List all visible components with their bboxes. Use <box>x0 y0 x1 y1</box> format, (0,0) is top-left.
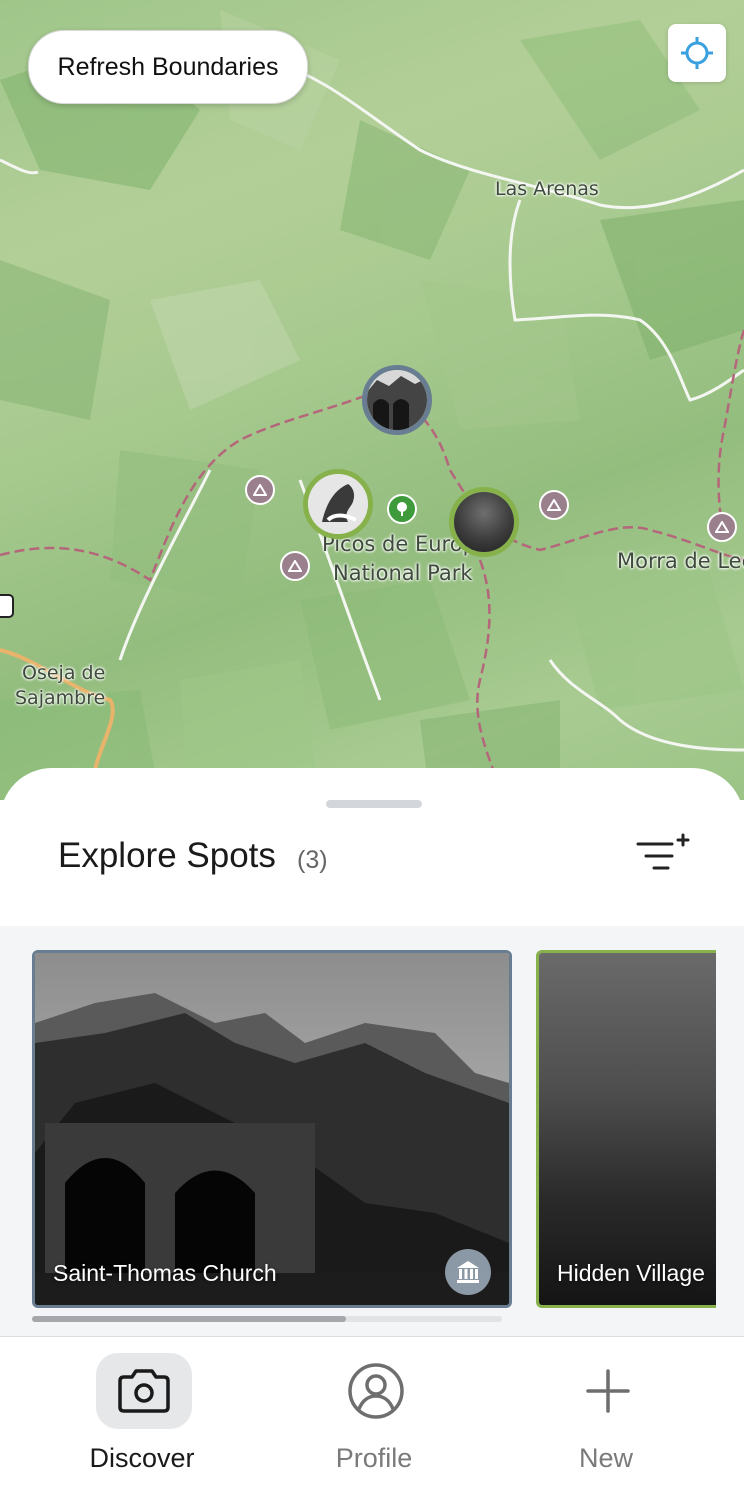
church-photo <box>35 953 509 1305</box>
mountain-poi-icon[interactable] <box>245 475 275 505</box>
nav-new[interactable]: New <box>486 1337 726 1493</box>
horse-thumbnail <box>308 474 368 534</box>
map-view[interactable]: Las Arenas Picos de Europ National Park … <box>0 0 744 800</box>
spot-card-title: Saint-Thomas Church <box>53 1260 277 1286</box>
tree-poi-icon[interactable] <box>387 494 417 524</box>
map-label-park-line2: National Park <box>333 561 473 585</box>
nav-profile[interactable]: Profile <box>254 1337 494 1493</box>
church-thumbnail <box>367 370 427 430</box>
explore-sheet: Explore Spots (3) Saint-Thomas Church Hi… <box>0 768 744 1338</box>
map-label-morra: Morra de Lec <box>617 549 744 573</box>
nav-discover-icon-wrap <box>96 1353 192 1429</box>
map-label-oseja-line2: Sajambre <box>15 687 106 709</box>
camera-icon <box>118 1369 170 1413</box>
spot-marker-horse[interactable] <box>303 469 373 539</box>
refresh-boundaries-button[interactable]: Refresh Boundaries <box>28 30 308 104</box>
crosshair-icon <box>681 37 713 69</box>
mountain-poi-icon[interactable] <box>539 490 569 520</box>
nav-discover-label: Discover <box>89 1443 195 1473</box>
sheet-title: Explore Spots <box>58 836 276 875</box>
spot-card-title: Hidden Village <box>557 1260 705 1286</box>
mountain-poi-icon[interactable] <box>707 512 737 542</box>
nav-profile-icon-wrap <box>328 1353 424 1429</box>
sheet-drag-handle[interactable] <box>326 800 422 808</box>
nav-profile-label: Profile <box>335 1443 413 1473</box>
filter-add-icon <box>636 833 690 870</box>
map-label-oseja-line1: Oseja de <box>22 662 106 684</box>
spot-marker-village[interactable] <box>449 487 519 557</box>
plus-icon <box>586 1369 630 1413</box>
filter-add-button[interactable] <box>632 828 692 880</box>
spot-cards-carousel[interactable]: Saint-Thomas Church Hidden Village <box>0 926 744 1338</box>
locate-me-button[interactable] <box>668 24 726 82</box>
mountain-poi-icon[interactable] <box>280 551 310 581</box>
map-edge-marker[interactable] <box>0 594 14 618</box>
spot-count: (3) <box>297 846 328 874</box>
spot-card-saint-thomas[interactable]: Saint-Thomas Church <box>32 950 512 1308</box>
spot-marker-church[interactable] <box>362 365 432 435</box>
nav-new-icon-wrap <box>560 1353 656 1429</box>
user-circle-icon <box>348 1363 404 1419</box>
map-label-las-arenas: Las Arenas <box>495 178 599 200</box>
bottom-nav: Discover Profile New <box>0 1336 744 1493</box>
carousel-scroll-thumb[interactable] <box>32 1316 346 1322</box>
village-photo <box>539 953 716 1305</box>
spot-card-hidden-village[interactable]: Hidden Village <box>536 950 716 1308</box>
nav-discover[interactable]: Discover <box>22 1337 262 1493</box>
nav-new-label: New <box>578 1443 633 1473</box>
landmark-icon <box>445 1249 491 1295</box>
